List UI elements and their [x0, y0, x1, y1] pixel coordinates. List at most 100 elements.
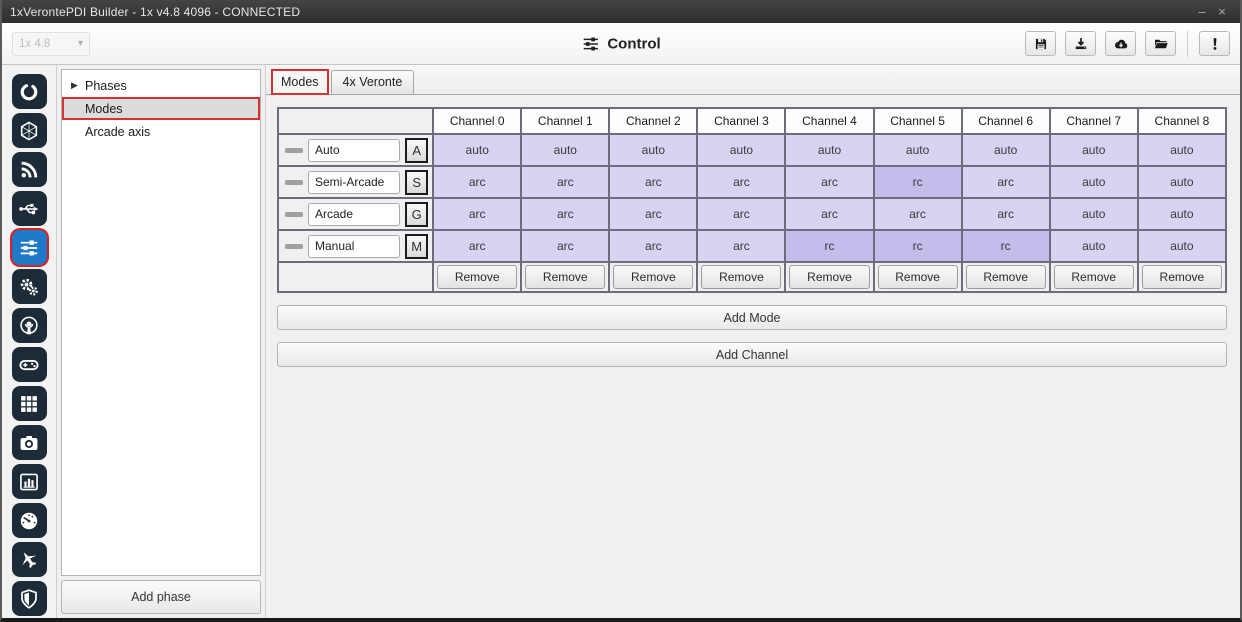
- gauge-icon: [18, 510, 40, 532]
- remove-channel-button[interactable]: Remove: [789, 265, 869, 289]
- channel-mode-cell[interactable]: arc: [609, 198, 697, 230]
- add-mode-button[interactable]: Add Mode: [277, 305, 1227, 330]
- tree-item-arcade-axis[interactable]: Arcade axis: [62, 120, 260, 143]
- channel-mode-cell[interactable]: arc: [962, 198, 1050, 230]
- channel-mode-cell[interactable]: arc: [697, 166, 785, 198]
- channel-mode-cell[interactable]: auto: [962, 134, 1050, 166]
- channel-mode-cell[interactable]: auto: [1138, 166, 1226, 198]
- drag-handle[interactable]: [285, 244, 303, 249]
- sidebar-item-automations[interactable]: [12, 269, 47, 304]
- channel-mode-cell[interactable]: arc: [521, 166, 609, 198]
- cloud-download-button[interactable]: [1105, 31, 1136, 56]
- mode-name-input[interactable]: [308, 203, 400, 226]
- sidebar-item-chart[interactable]: [12, 464, 47, 499]
- tab-modes[interactable]: Modes: [271, 69, 329, 95]
- tab-4x-veronte[interactable]: 4x Veronte: [331, 70, 415, 95]
- cloud-download-icon: [1113, 36, 1129, 52]
- channel-mode-cell[interactable]: rc: [874, 166, 962, 198]
- channel-mode-cell[interactable]: arc: [433, 230, 521, 262]
- mode-key-button[interactable]: S: [405, 170, 428, 195]
- channel-mode-cell[interactable]: auto: [1138, 230, 1226, 262]
- remove-channel-button[interactable]: Remove: [1054, 265, 1134, 289]
- drag-handle[interactable]: [285, 148, 303, 153]
- remove-channel-button[interactable]: Remove: [437, 265, 517, 289]
- channel-mode-cell[interactable]: auto: [1138, 134, 1226, 166]
- channel-mode-cell[interactable]: arc: [697, 198, 785, 230]
- channel-mode-cell[interactable]: auto: [1050, 134, 1138, 166]
- channel-mode-cell[interactable]: auto: [785, 134, 873, 166]
- mode-row-header: G: [278, 198, 433, 230]
- add-phase-button[interactable]: Add phase: [61, 580, 261, 614]
- minimize-button[interactable]: –: [1192, 4, 1212, 19]
- remove-channel-button[interactable]: Remove: [1142, 265, 1222, 289]
- sidebar-item-grid[interactable]: [12, 386, 47, 421]
- column-header-channel-5: Channel 5: [874, 108, 962, 134]
- tree-item-phases[interactable]: ▶Phases: [62, 74, 260, 97]
- channel-mode-cell[interactable]: auto: [521, 134, 609, 166]
- mode-name-input[interactable]: [308, 171, 400, 194]
- download-button[interactable]: [1065, 31, 1096, 56]
- save-button[interactable]: [1025, 31, 1056, 56]
- remove-row: Remove Remove Remove Remove Remove Remove Remo…: [278, 262, 1226, 292]
- sidebar-item-hexagon[interactable]: [12, 113, 47, 148]
- channel-mode-cell[interactable]: arc: [874, 198, 962, 230]
- channel-mode-cell[interactable]: arc: [521, 198, 609, 230]
- device-selector[interactable]: 1x 4.8 ▾: [12, 32, 90, 56]
- sidebar-item-broadcast[interactable]: [12, 308, 47, 343]
- tree-item-modes[interactable]: Modes: [62, 97, 260, 120]
- channel-mode-cell[interactable]: arc: [433, 198, 521, 230]
- sidebar-item-camera[interactable]: [12, 425, 47, 460]
- feedback-button[interactable]: [1199, 31, 1230, 56]
- channel-mode-cell[interactable]: auto: [609, 134, 697, 166]
- channel-mode-cell[interactable]: arc: [785, 198, 873, 230]
- remove-channel-button[interactable]: Remove: [525, 265, 605, 289]
- sidebar-item-plane[interactable]: [12, 542, 47, 577]
- sidebar-item-gamepad[interactable]: [12, 347, 47, 382]
- channel-mode-cell[interactable]: auto: [433, 134, 521, 166]
- mode-row-auto: Aautoautoautoautoautoautoautoautoauto: [278, 134, 1226, 166]
- sidebar-item-telemetry[interactable]: [12, 152, 47, 187]
- channel-mode-cell[interactable]: auto: [1050, 166, 1138, 198]
- channel-mode-cell[interactable]: rc: [962, 230, 1050, 262]
- mode-key-button[interactable]: M: [405, 234, 428, 259]
- tree-panel: ▶Phases Modes Arcade axis Add phase: [57, 65, 265, 618]
- tree-item-label: Modes: [85, 102, 123, 116]
- channel-mode-cell[interactable]: auto: [1050, 198, 1138, 230]
- remove-channel-button[interactable]: Remove: [966, 265, 1046, 289]
- mode-name-input[interactable]: [308, 139, 400, 162]
- mode-row-header: S: [278, 166, 433, 198]
- sidebar-item-control[interactable]: [12, 230, 47, 265]
- channel-mode-cell[interactable]: arc: [433, 166, 521, 198]
- channel-mode-cell[interactable]: auto: [697, 134, 785, 166]
- mode-name-input[interactable]: [308, 235, 400, 258]
- channel-mode-cell[interactable]: arc: [609, 166, 697, 198]
- mode-row-semi-arcade: Sarcarcarcarcarcrcarcautoauto: [278, 166, 1226, 198]
- channel-mode-cell[interactable]: auto: [874, 134, 962, 166]
- tree-list: ▶Phases Modes Arcade axis: [61, 69, 261, 576]
- drag-handle[interactable]: [285, 180, 303, 185]
- channel-mode-cell[interactable]: arc: [609, 230, 697, 262]
- sidebar-item-ring[interactable]: [12, 74, 47, 109]
- channel-mode-cell[interactable]: auto: [1050, 230, 1138, 262]
- channel-mode-cell[interactable]: arc: [785, 166, 873, 198]
- channel-mode-cell[interactable]: auto: [1138, 198, 1226, 230]
- channel-mode-cell[interactable]: rc: [785, 230, 873, 262]
- channel-mode-cell[interactable]: arc: [521, 230, 609, 262]
- expand-arrow-icon[interactable]: ▶: [71, 80, 85, 91]
- drag-handle[interactable]: [285, 212, 303, 217]
- channel-mode-cell[interactable]: arc: [697, 230, 785, 262]
- open-file-button[interactable]: [1145, 31, 1176, 56]
- tree-item-label: Arcade axis: [85, 125, 150, 139]
- mode-key-button[interactable]: G: [405, 202, 428, 227]
- channel-mode-cell[interactable]: rc: [874, 230, 962, 262]
- sidebar-item-usb[interactable]: [12, 191, 47, 226]
- close-button[interactable]: ×: [1212, 4, 1232, 19]
- channel-mode-cell[interactable]: arc: [962, 166, 1050, 198]
- remove-channel-button[interactable]: Remove: [701, 265, 781, 289]
- sidebar-item-gauge[interactable]: [12, 503, 47, 538]
- sidebar-item-shield[interactable]: [12, 581, 47, 616]
- mode-key-button[interactable]: A: [405, 138, 428, 163]
- remove-channel-button[interactable]: Remove: [878, 265, 958, 289]
- remove-channel-button[interactable]: Remove: [613, 265, 693, 289]
- add-channel-button[interactable]: Add Channel: [277, 342, 1227, 367]
